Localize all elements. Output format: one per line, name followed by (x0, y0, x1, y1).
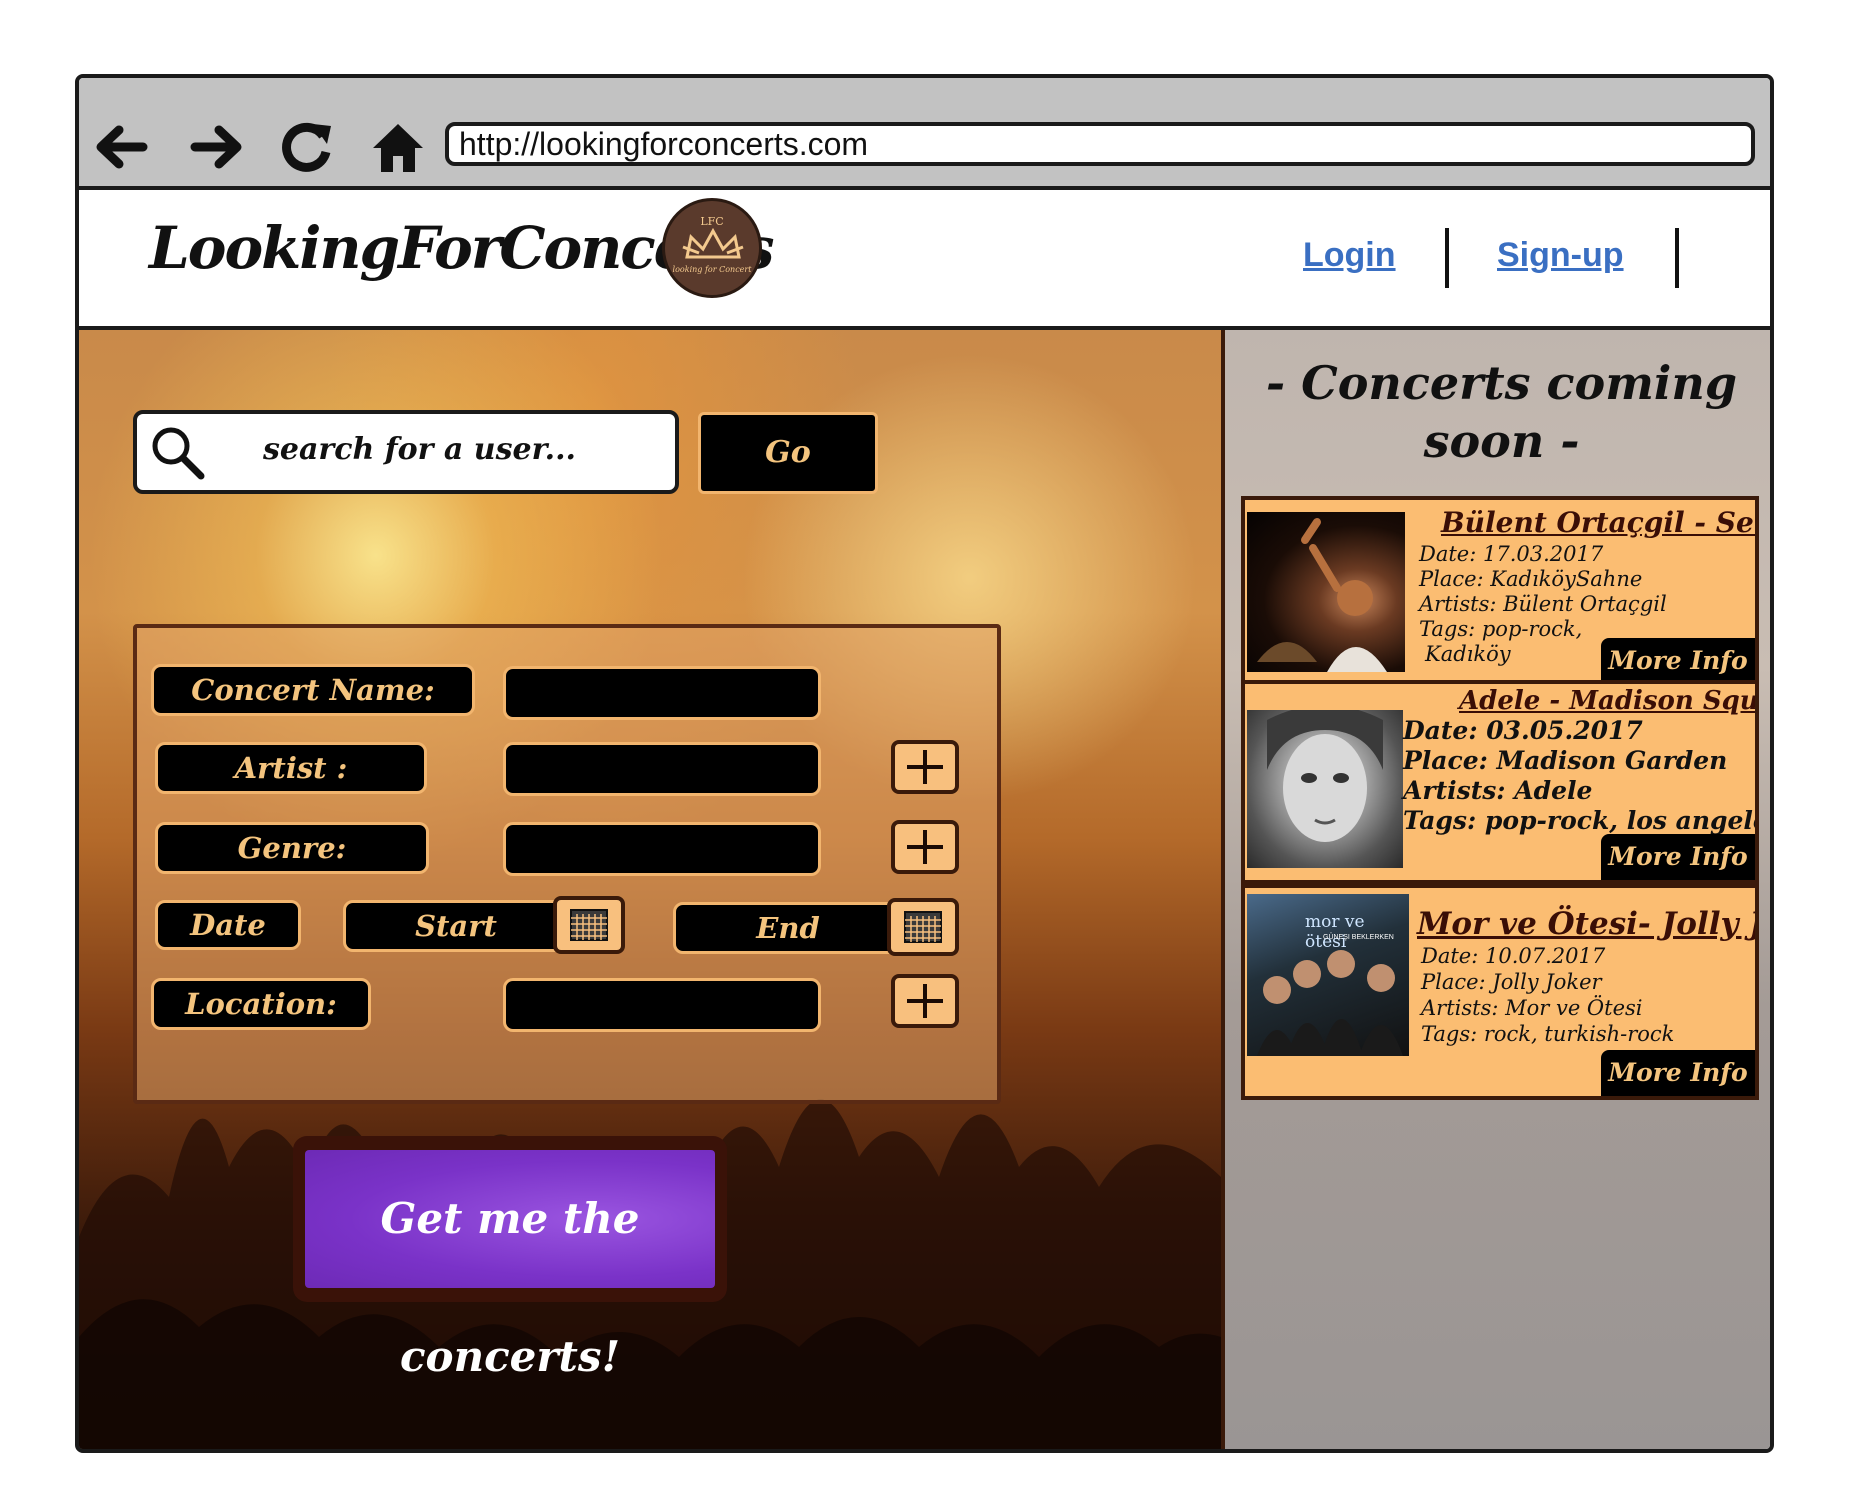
sidebar-title-line1: - Concerts coming (1266, 356, 1737, 410)
concert-thumbnail-image (1247, 512, 1405, 672)
search-input[interactable]: search for a user... (263, 432, 576, 467)
more-info-button[interactable]: More Info (1601, 1050, 1755, 1096)
concert-name-field[interactable] (503, 666, 821, 720)
crown-icon (682, 227, 744, 259)
more-info-button[interactable]: More Info (1601, 638, 1755, 684)
concert-card-tags: Tags: rock, turkish-rock (1421, 1022, 1675, 1046)
search-main-area: search for a user... Go Concert Name: Ar… (79, 330, 1221, 1449)
calendar-grid-icon (904, 911, 942, 943)
concert-card-place: Place: Jolly Joker (1421, 970, 1602, 994)
site-header: LookingForConcerts LFC looking for Conce… (79, 190, 1770, 330)
artist-field[interactable] (503, 742, 821, 796)
concert-thumbnail-image (1247, 710, 1403, 868)
genre-field[interactable] (503, 822, 821, 876)
concert-card-title[interactable]: Bülent Ortaçgil - Sen (1441, 506, 1755, 539)
concert-card[interactable]: mor ve ötesi GÜNEŞI BEKLERKEN Mor ve Öte… (1241, 884, 1759, 1100)
reload-icon[interactable] (277, 118, 335, 176)
concert-card-tags: Tags: pop-rock, (1419, 617, 1583, 641)
album-title-text: mor ve ötesi (1305, 912, 1365, 952)
concert-card-place: Place: KadıköySahne (1419, 567, 1643, 591)
concert-name-label: Concert Name: (151, 664, 475, 716)
more-info-button[interactable]: More Info (1601, 834, 1755, 880)
back-arrow-icon[interactable] (91, 118, 149, 176)
browser-toolbar: http://lookingforconcerts.com (79, 78, 1770, 190)
location-field[interactable] (503, 978, 821, 1032)
concert-card-date: Date: 10.07.2017 (1421, 944, 1606, 968)
add-location-plus-icon[interactable] (891, 974, 959, 1028)
add-artist-plus-icon[interactable] (891, 740, 959, 794)
start-date-field[interactable]: Start (343, 900, 569, 952)
add-genre-plus-icon[interactable] (891, 820, 959, 874)
home-icon[interactable] (369, 118, 427, 176)
upcoming-concerts-sidebar: - Concerts coming soon - Bülent Ortaçgil… (1221, 330, 1770, 1449)
concert-card[interactable]: Bülent Ortaçgil - Sen Date: 17.03.2017 P… (1241, 496, 1759, 688)
concert-card[interactable]: Adele - Madison Square Date: 03.05.2017 … (1241, 680, 1759, 884)
album-subtitle-text: GÜNEŞI BEKLERKEN (1323, 934, 1394, 941)
signup-link[interactable]: Sign-up (1497, 236, 1624, 275)
sidebar-title: - Concerts coming soon - (1225, 354, 1770, 470)
calendar-grid-icon (570, 909, 608, 941)
get-concerts-button-frame: Get me the concerts! (293, 1136, 727, 1381)
concert-card-title[interactable]: Adele - Madison Square (1459, 686, 1755, 716)
search-icon (152, 427, 205, 480)
end-date-field[interactable]: End (673, 902, 903, 954)
url-bar[interactable]: http://lookingforconcerts.com (445, 122, 1755, 166)
forward-arrow-icon[interactable] (189, 118, 247, 176)
concert-card-title[interactable]: Mor ve Ötesi- Jolly Joker (1417, 906, 1755, 942)
site-logo[interactable]: LFC looking for Concert (662, 198, 762, 298)
end-calendar-icon[interactable] (887, 898, 959, 956)
start-calendar-icon[interactable] (553, 896, 625, 954)
concert-card-date: Date: 17.03.2017 (1419, 542, 1604, 566)
concert-card-artists: Artists: Bülent Ortaçgil (1419, 592, 1667, 616)
browser-window: http://lookingforconcerts.com LookingFor… (75, 74, 1774, 1453)
artist-label: Artist : (155, 742, 427, 794)
concert-album-thumbnail: mor ve ötesi GÜNEŞI BEKLERKEN (1247, 894, 1409, 1056)
concert-card-tags-cont: Kadıköy (1425, 642, 1511, 666)
concert-card-artists: Artists: Mor ve Ötesi (1421, 996, 1643, 1020)
user-search-box[interactable]: search for a user... (133, 410, 679, 494)
get-concerts-button[interactable]: Get me the concerts! (305, 1150, 715, 1381)
concert-card-place: Place: Madison Garden (1403, 746, 1728, 775)
login-link[interactable]: Login (1303, 236, 1396, 275)
concert-card-artists: Artists: Adele (1403, 776, 1593, 805)
go-button[interactable]: Go (698, 412, 878, 494)
concert-card-tags: Tags: pop-rock, los angeles (1403, 806, 1759, 835)
concert-search-form: Concert Name: Artist : Genre: Date Start (133, 624, 1001, 1104)
performer-portrait-icon (1267, 710, 1383, 842)
concert-card-date: Date: 03.05.2017 (1403, 716, 1643, 745)
header-divider (1445, 228, 1449, 288)
date-label: Date (155, 900, 301, 950)
sidebar-title-line2: soon - (1423, 414, 1580, 468)
genre-label: Genre: (155, 822, 429, 874)
performer-photo-icon (1257, 518, 1387, 672)
location-label: Location: (151, 978, 371, 1030)
logo-tagline: looking for Concert (672, 265, 752, 274)
header-divider (1675, 228, 1679, 288)
